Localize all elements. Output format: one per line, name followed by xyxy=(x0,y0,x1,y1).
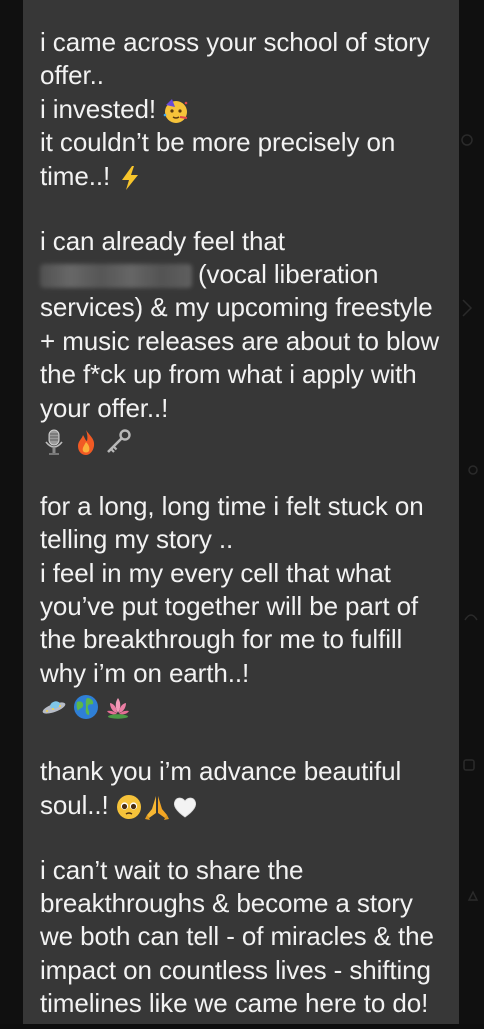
message-line: telling my story .. xyxy=(40,524,234,555)
message-line: thank you i’m advance beautiful xyxy=(40,756,402,787)
message-line: you’ve put together will be part of xyxy=(40,591,419,622)
message-line: i can already feel that xyxy=(40,225,285,256)
old-key-icon xyxy=(104,428,132,456)
message-line: breakthroughs & become a story xyxy=(40,887,413,918)
fire-icon xyxy=(72,428,100,456)
message-line: i can’t wait to share the xyxy=(40,854,304,885)
message-line: we both can tell - of miracles & the xyxy=(40,921,434,952)
chat-background-right xyxy=(459,0,484,1024)
partying-face-icon xyxy=(162,97,190,125)
message-line: i came across your school of story xyxy=(40,27,430,57)
flying-saucer-icon xyxy=(40,693,68,721)
message-line: impact on countless lives - shifting xyxy=(40,954,431,985)
message-line: it couldn’t be more precisely on xyxy=(40,127,396,158)
message-line: time..! xyxy=(40,160,447,193)
chat-background-left xyxy=(0,0,23,1024)
message-line: soul..! xyxy=(40,789,447,822)
folded-hands-icon xyxy=(143,793,171,821)
message-line: i feel in my every cell that what xyxy=(40,557,391,588)
message-line: offer.. xyxy=(40,60,104,91)
lightning-icon xyxy=(116,164,144,192)
emoji-row xyxy=(40,690,447,723)
pleading-face-icon xyxy=(115,793,143,821)
message-line: the breakthrough for me to fulfill xyxy=(40,624,403,655)
lotus-icon xyxy=(104,693,132,721)
message-line: (vocal liberation xyxy=(40,258,447,291)
message-line: i invested! xyxy=(40,93,447,126)
message-line: + music releases are about to blow xyxy=(40,325,440,356)
message-line: for a long, long time i felt stuck on xyxy=(40,490,424,521)
emoji-row xyxy=(40,425,447,458)
redacted-name xyxy=(40,264,192,289)
globe-icon xyxy=(72,693,100,721)
white-heart-icon xyxy=(171,793,199,821)
message-line: your offer..! xyxy=(40,392,169,423)
message-line: timelines like we came here to do! xyxy=(40,988,429,1019)
microphone-icon xyxy=(40,428,68,456)
message-line: services) & my upcoming freestyle xyxy=(40,292,433,323)
message-line: why i’m on earth..! xyxy=(40,657,250,688)
message-bubble[interactable]: i came across your school of story offer… xyxy=(23,0,459,1024)
message-line: the f*ck up from what i apply with xyxy=(40,359,417,390)
